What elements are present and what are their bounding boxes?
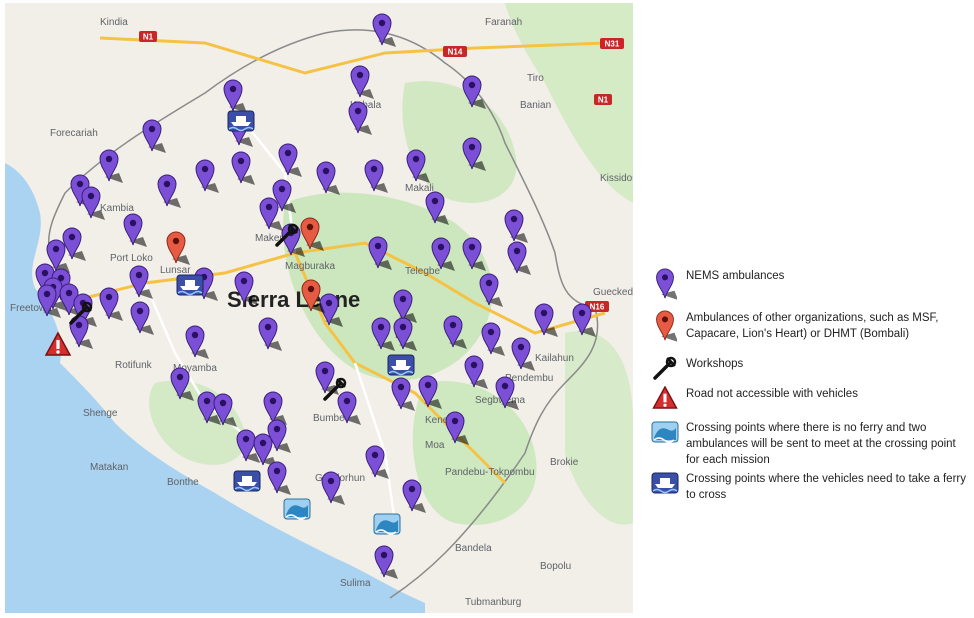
place-label: Brokie xyxy=(550,457,579,468)
legend-item-other: Ambulances of other organizations, such … xyxy=(650,310,972,342)
road-number-badge: N31 xyxy=(600,38,624,49)
place-label: Telegbe xyxy=(405,266,440,277)
place-label: Forecariah xyxy=(50,128,98,139)
place-label: Shenge xyxy=(83,408,118,419)
place-label: Banian xyxy=(520,100,551,111)
place-label: Bopolu xyxy=(540,561,571,572)
place-label: Rotifunk xyxy=(115,360,153,371)
warning-icon xyxy=(650,386,680,416)
ferry-crossing-icon[interactable] xyxy=(387,354,415,376)
road-number-badge: N14 xyxy=(443,46,467,57)
svg-text:N1: N1 xyxy=(598,96,609,105)
legend-label: Crossing points where there is no ferry … xyxy=(686,422,956,466)
legend-item-workshop: Workshops xyxy=(650,356,743,386)
place-label: Matakan xyxy=(90,462,128,473)
map-canvas[interactable]: N1 N14 N31 N1 N16 Kindia Faranah Tiro Banian For… xyxy=(5,3,633,613)
water-crossing-icon[interactable] xyxy=(283,498,311,520)
place-label: Makali xyxy=(405,183,434,194)
ferry-crossing-icon[interactable] xyxy=(227,110,255,132)
water-crossing-icon[interactable] xyxy=(373,513,401,535)
legend-label: NEMS ambulances xyxy=(686,270,785,282)
legend-label: Crossing points where the vehicles need … xyxy=(686,473,966,501)
water-crossing-icon xyxy=(650,420,680,450)
place-label: Lunsar xyxy=(160,265,191,276)
place-label: Kambia xyxy=(100,203,134,214)
place-label: Pandebu-Tokpombu xyxy=(445,467,535,478)
place-label: Faranah xyxy=(485,17,522,28)
place-label: Sulima xyxy=(340,578,371,589)
road-number-badge: N1 xyxy=(139,31,157,42)
legend-label: Road not accessible with vehicles xyxy=(686,388,858,400)
svg-text:N16: N16 xyxy=(590,303,605,312)
ferry-crossing-icon[interactable] xyxy=(176,274,204,296)
place-label: Tiro xyxy=(527,73,544,84)
purple-pin-icon xyxy=(650,268,680,300)
svg-text:N31: N31 xyxy=(605,40,620,49)
place-label: Port Loko xyxy=(110,253,153,264)
place-label: Bonthe xyxy=(167,477,199,488)
map-area[interactable]: N1 N14 N31 N1 N16 Kindia Faranah Tiro Banian For… xyxy=(5,3,633,613)
place-label: Bumbe xyxy=(313,413,345,424)
legend-item-nems: NEMS ambulances xyxy=(650,268,785,300)
place-label: Bandela xyxy=(455,543,492,554)
ferry-crossing-icon[interactable] xyxy=(233,470,261,492)
place-label: Kailahun xyxy=(535,353,574,364)
svg-text:N14: N14 xyxy=(448,48,463,57)
red-pin-icon xyxy=(650,310,680,342)
svg-text:N1: N1 xyxy=(143,33,154,42)
legend-label: Ambulances of other organizations, such … xyxy=(686,312,939,340)
place-label: Kindia xyxy=(100,17,128,28)
place-label: Gueckedou xyxy=(593,287,633,298)
legend-label: Workshops xyxy=(686,358,744,370)
place-label: Kissidou xyxy=(600,173,633,184)
road-number-badge: N1 xyxy=(594,94,612,105)
legend-item-no-road: Road not accessible with vehicles xyxy=(650,386,858,416)
legend-item-crossing: Crossing points where there is no ferry … xyxy=(650,420,972,468)
legend-item-ferry: Crossing points where the vehicles need … xyxy=(650,471,972,503)
place-label: Moa xyxy=(425,440,445,451)
wrench-icon xyxy=(650,356,680,386)
place-label: Tubmanburg xyxy=(465,597,521,608)
place-label: Magburaka xyxy=(285,261,335,272)
ferry-icon xyxy=(650,471,680,501)
